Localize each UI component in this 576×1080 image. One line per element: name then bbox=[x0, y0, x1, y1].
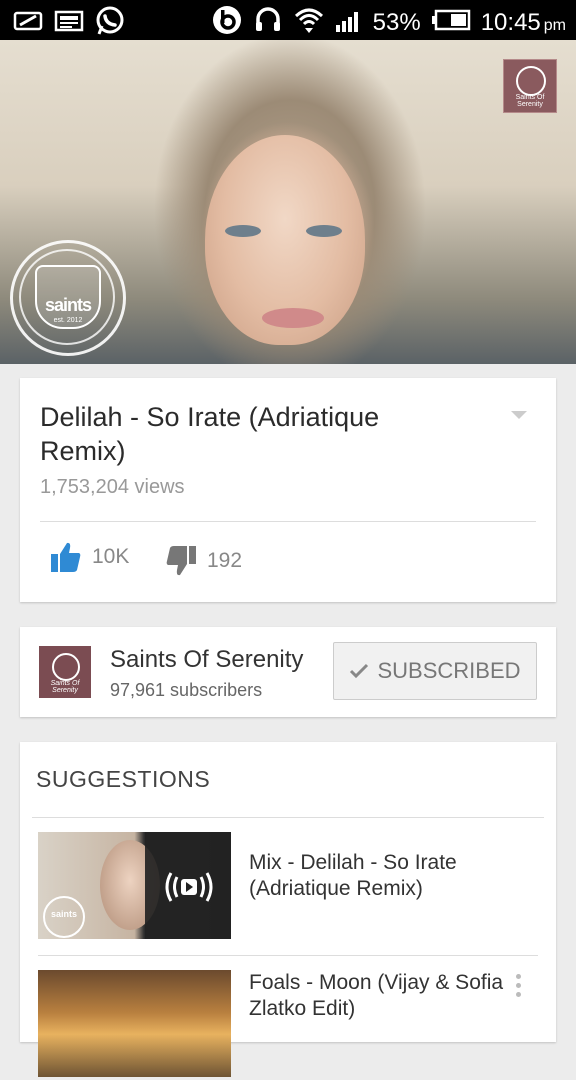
status-bar: 53% 10:45 pm bbox=[0, 0, 576, 40]
headset-icon bbox=[253, 5, 283, 40]
like-button[interactable]: 10K bbox=[50, 540, 129, 574]
channel-card: Saints Of Serenity Saints Of Serenity 97… bbox=[20, 627, 556, 717]
video-player[interactable]: Saints Of Serenity saints est. 2012 bbox=[0, 40, 576, 364]
suggestion-title[interactable]: Mix - Delilah - So Irate (Adriatique Rem… bbox=[249, 850, 509, 902]
chevron-down-icon bbox=[511, 411, 527, 419]
battery-percent: 53% bbox=[372, 8, 421, 36]
thumbs-up-icon bbox=[51, 542, 81, 572]
suggestion-separator bbox=[38, 955, 538, 956]
clock-time: 10:45 bbox=[480, 8, 541, 36]
suggestions-heading: SUGGESTIONS bbox=[36, 766, 211, 792]
signal-icon bbox=[335, 7, 363, 38]
more-vertical-icon bbox=[516, 974, 524, 997]
suggestion-thumbnail[interactable]: saints bbox=[38, 832, 231, 939]
info-divider bbox=[40, 521, 536, 522]
video-frame-eye-right bbox=[306, 225, 342, 237]
news-icon bbox=[54, 9, 84, 38]
video-channel-logo-text: Saints Of Serenity bbox=[515, 94, 545, 108]
video-channel-logo[interactable]: Saints Of Serenity bbox=[503, 59, 557, 113]
subscriber-count: 97,961 subscribers bbox=[110, 680, 263, 700]
subscribed-button[interactable]: SUBSCRIBED bbox=[333, 642, 537, 700]
clock-suffix: pm bbox=[543, 16, 566, 34]
clock: 10:45 pm bbox=[481, 9, 566, 37]
expand-description-button[interactable] bbox=[510, 408, 528, 420]
subscribed-label: SUBSCRIBED bbox=[377, 658, 521, 683]
avatar-ring bbox=[52, 653, 80, 681]
checkmark-icon bbox=[350, 663, 369, 679]
thumbs-down-icon bbox=[166, 546, 196, 576]
thumbnail-badge: saints bbox=[43, 896, 85, 938]
suggestions-card: SUGGESTIONS saints Mix - Delilah - So Ir… bbox=[20, 742, 556, 1077]
like-count: 10K bbox=[92, 545, 130, 568]
dislike-count: 192 bbox=[207, 549, 243, 572]
suggestions-divider bbox=[32, 817, 544, 818]
email-icon bbox=[12, 9, 44, 38]
video-frame-eye-left bbox=[225, 225, 261, 237]
watermark-sub: est. 2012 bbox=[53, 317, 83, 324]
thumbnail-badge-text: saints bbox=[50, 909, 77, 919]
beats-icon bbox=[211, 4, 243, 41]
video-info-card: Delilah - So Irate (Adriatique Remix) 1,… bbox=[20, 378, 556, 602]
dislike-button[interactable]: 192 bbox=[165, 544, 242, 578]
video-title: Delilah - So Irate (Adriatique Remix) bbox=[40, 402, 380, 466]
channel-avatar[interactable]: Saints Of Serenity bbox=[39, 646, 91, 698]
mix-playlist-icon bbox=[165, 872, 213, 902]
suggestion-item[interactable]: saints Mix - Delilah - So Irate (Adriati… bbox=[38, 832, 538, 942]
suggestion-title[interactable]: Foals - Moon (Vijay & Sofia Zlatko Edit) bbox=[249, 970, 509, 1022]
view-count: 1,753,204 views bbox=[40, 476, 185, 498]
logo-ring bbox=[516, 66, 546, 96]
wifi-icon bbox=[293, 4, 325, 41]
channel-avatar-text: Saints Of Serenity bbox=[50, 680, 80, 694]
video-frame-lips bbox=[262, 308, 324, 328]
status-left-icons bbox=[12, 5, 126, 42]
saints-watermark: saints est. 2012 bbox=[10, 240, 126, 356]
more-options-button[interactable] bbox=[516, 974, 524, 1000]
watermark-word: saints bbox=[44, 295, 92, 315]
suggestion-item[interactable]: Foals - Moon (Vijay & Sofia Zlatko Edit) bbox=[38, 970, 538, 1080]
whatsapp-icon bbox=[94, 5, 126, 42]
status-right-icons: 53% 10:45 pm bbox=[211, 4, 566, 41]
channel-name[interactable]: Saints Of Serenity bbox=[110, 646, 303, 674]
battery-icon bbox=[431, 9, 471, 36]
